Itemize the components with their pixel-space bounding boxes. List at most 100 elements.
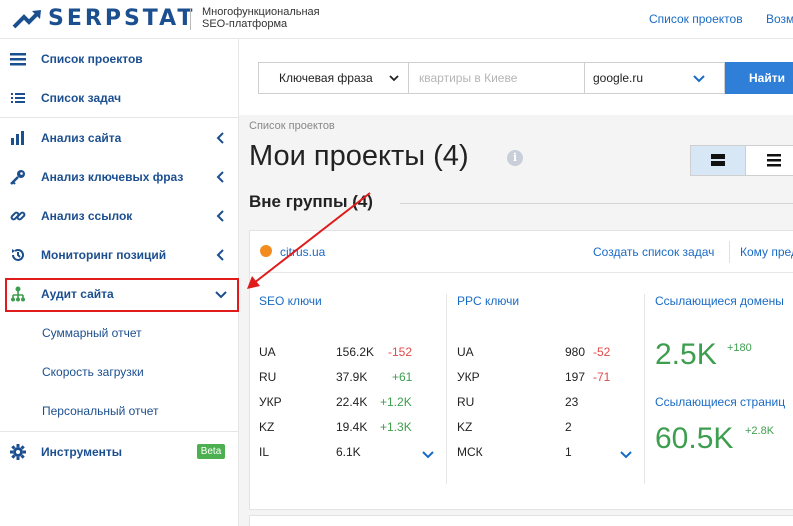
history-icon xyxy=(10,247,26,263)
sidebar-item-label: Инструменты xyxy=(41,444,123,459)
sidebar-item-site-analysis[interactable]: Анализ сайта xyxy=(0,118,239,157)
view-cards-button[interactable] xyxy=(691,146,746,175)
chevron-left-icon xyxy=(216,248,224,261)
database-select[interactable]: google.ru xyxy=(585,63,725,93)
ppc-region: УКР xyxy=(457,370,480,384)
top-header: SERPSTAT Многофункциональная SEO-платфор… xyxy=(0,0,793,39)
next-project-card xyxy=(249,515,793,526)
referring-pages-value: 60.5K xyxy=(655,422,734,455)
ppc-value: 1 xyxy=(565,445,572,459)
seo-region: RU xyxy=(259,370,277,384)
highlight-box xyxy=(5,278,239,312)
seo-value: 22.4K xyxy=(336,395,368,409)
seo-delta: +1.3K xyxy=(380,420,412,434)
referring-domains-value: 2.5K xyxy=(655,338,717,371)
chevron-down-icon xyxy=(389,75,399,82)
seo-delta: -152 xyxy=(388,345,413,359)
seo-region: KZ xyxy=(259,420,275,434)
key-icon xyxy=(10,169,26,185)
logo-divider xyxy=(190,8,191,30)
list-icon xyxy=(10,90,26,106)
menu-icon xyxy=(10,51,26,67)
search-bar: Ключевая фраза google.ru Найти xyxy=(258,62,793,94)
link-icon xyxy=(10,208,26,224)
sidebar-subitem-load-speed[interactable]: Скорость загрузки xyxy=(0,352,239,391)
group-divider xyxy=(400,203,793,204)
sidebar-item-label: Список проектов xyxy=(41,51,143,66)
sidebar-item-project-list[interactable]: Список проектов xyxy=(0,39,239,78)
ppc-value: 197 xyxy=(565,370,586,384)
search-type-value: Ключевая фраза xyxy=(279,71,373,85)
search-type-select[interactable]: Ключевая фраза xyxy=(259,63,409,93)
project-site-link[interactable]: citrus.ua xyxy=(280,245,325,259)
page-title: Мои проекты (4) xyxy=(249,140,469,172)
ppc-region: RU xyxy=(457,395,475,409)
referring-pages-title[interactable]: Ссылающиеся страниц xyxy=(655,395,785,409)
database-value: google.ru xyxy=(593,71,644,85)
sidebar-item-task-list[interactable]: Список задач xyxy=(0,78,239,117)
serpstat-logo[interactable]: SERPSTAT xyxy=(12,6,195,31)
sidebar-subitem-label: Персональный отчет xyxy=(42,403,159,418)
seo-keys-title[interactable]: SEO ключи xyxy=(259,294,322,308)
sidebar-item-keyword-analysis[interactable]: Анализ ключевых фраз xyxy=(0,157,239,196)
chevron-left-icon xyxy=(216,170,224,183)
sidebar-subitem-label: Суммарный отчет xyxy=(42,325,142,340)
sidebar-item-link-analysis[interactable]: Анализ ссылок xyxy=(0,196,239,235)
sidebar-item-rank-tracking[interactable]: Мониторинг позиций xyxy=(0,235,239,274)
gear-icon xyxy=(10,443,26,460)
tagline-line-2: SEO-платформа xyxy=(202,18,288,30)
search-input[interactable] xyxy=(409,63,585,93)
sidebar-item-label: Анализ ключевых фраз xyxy=(41,169,184,184)
tagline: Многофункциональная SEO-платформа xyxy=(202,6,320,30)
cards-view-icon xyxy=(711,154,725,166)
nav-project-list[interactable]: Список проектов xyxy=(649,12,743,26)
seo-value: 37.9K xyxy=(336,370,368,384)
seo-delta: +1.2K xyxy=(380,395,412,409)
seo-value: 19.4K xyxy=(336,420,368,434)
seo-region: УКР xyxy=(259,395,282,409)
logo-arrow-icon xyxy=(12,9,41,28)
referring-pages-delta: +2.8K xyxy=(745,425,775,437)
chevron-left-icon xyxy=(216,131,224,144)
sidebar-item-label: Мониторинг позиций xyxy=(41,247,167,262)
referring-domains-delta: +180 xyxy=(727,342,752,354)
bar-chart-icon xyxy=(10,130,26,146)
ppc-value: 23 xyxy=(565,395,579,409)
breadcrumb[interactable]: Список проектов xyxy=(249,120,335,132)
view-toggle xyxy=(690,145,793,176)
info-icon[interactable]: i xyxy=(507,150,523,166)
ppc-delta: -71 xyxy=(593,370,611,384)
share-link[interactable]: Кому пред xyxy=(740,245,793,259)
ppc-region: МСК xyxy=(457,445,483,459)
column-separator xyxy=(446,294,447,484)
sidebar-item-label: Анализ сайта xyxy=(41,130,122,145)
view-list-button[interactable] xyxy=(746,146,793,175)
nav-features[interactable]: Возм xyxy=(766,12,793,26)
ppc-region: KZ xyxy=(457,420,473,434)
chevron-left-icon xyxy=(216,209,224,222)
list-view-icon xyxy=(767,154,781,167)
ppc-keys-title[interactable]: PPC ключи xyxy=(457,294,519,308)
create-task-list-link[interactable]: Создать список задач xyxy=(593,245,714,259)
ppc-value: 980 xyxy=(565,345,586,359)
ppc-delta: -52 xyxy=(593,345,611,359)
beta-badge: Beta xyxy=(197,444,225,459)
project-card-header: citrus.ua Создать список задач Кому пред xyxy=(250,231,793,273)
tagline-line-1: Многофункциональная xyxy=(202,6,320,18)
referring-domains-title[interactable]: Ссылающиеся домены xyxy=(655,294,784,308)
group-title: Вне группы (4) xyxy=(249,192,373,211)
seo-value: 6.1K xyxy=(336,445,361,459)
sidebar-subitem-label: Скорость загрузки xyxy=(42,364,144,379)
search-submit-button[interactable]: Найти xyxy=(725,62,793,94)
seo-region: UA xyxy=(259,345,276,359)
site-favicon-icon xyxy=(260,245,272,257)
ppc-expand-chevron-icon[interactable] xyxy=(620,448,632,460)
ppc-value: 2 xyxy=(565,420,572,434)
seo-region: IL xyxy=(259,445,270,459)
sidebar-item-tools[interactable]: Инструменты Beta xyxy=(0,432,239,471)
sidebar-item-label: Список задач xyxy=(41,90,122,105)
column-separator xyxy=(644,294,645,484)
sidebar-subitem-personal-report[interactable]: Персональный отчет xyxy=(0,391,239,430)
seo-expand-chevron-icon[interactable] xyxy=(422,448,434,460)
sidebar-subitem-summary-report[interactable]: Суммарный отчет xyxy=(0,313,239,352)
